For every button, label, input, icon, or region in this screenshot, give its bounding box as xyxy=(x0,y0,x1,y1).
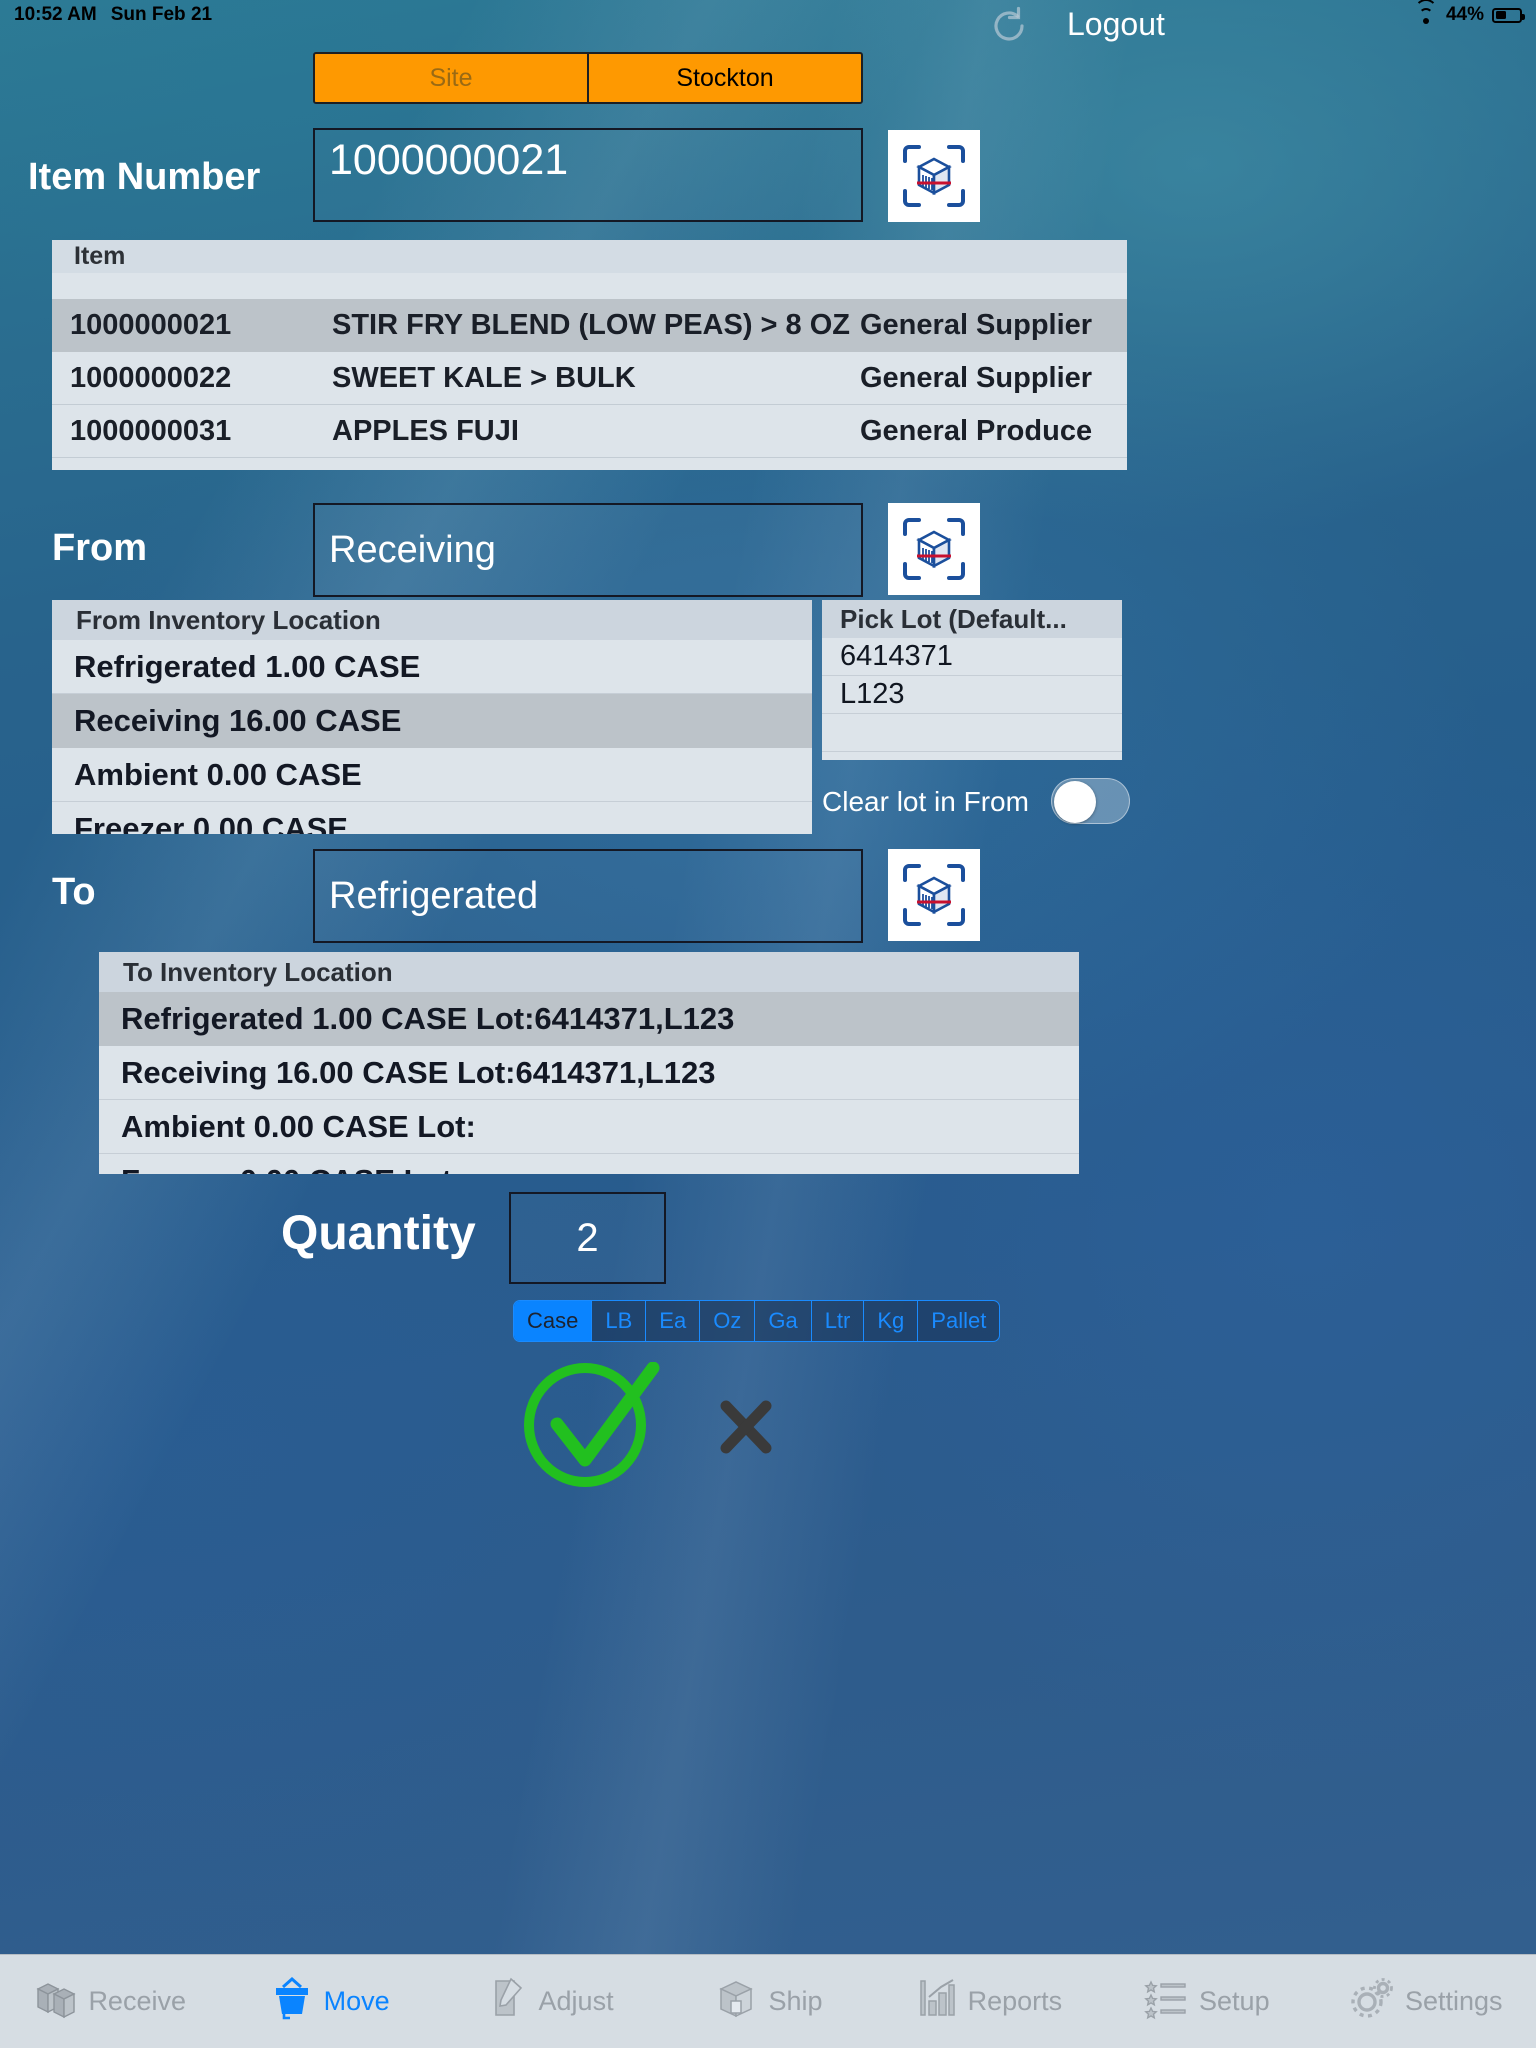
tab-label: Reports xyxy=(967,1986,1063,2016)
pick-lot-list[interactable]: Pick Lot (Default... 6414371 L123 xyxy=(822,600,1122,760)
boxes-icon xyxy=(33,1975,79,2028)
uom-option-oz[interactable]: Oz xyxy=(700,1301,756,1341)
uom-option-kg[interactable]: Kg xyxy=(864,1301,919,1341)
site-label[interactable]: Site xyxy=(315,54,587,102)
site-value[interactable]: Stockton xyxy=(589,54,861,102)
tab-setup[interactable]: Setup xyxy=(1097,1975,1316,2028)
clear-lot-label: Clear lot in From xyxy=(822,786,1029,817)
pick-lot-header: Pick Lot (Default... xyxy=(822,600,1122,638)
list-item[interactable]: 6414371 xyxy=(822,638,1122,676)
tab-move[interactable]: Move xyxy=(219,1975,438,2028)
tab-label: Move xyxy=(323,1986,390,2016)
item-id-cell: 012345678912 xyxy=(70,273,332,280)
tab-label: Ship xyxy=(768,1986,823,2016)
uom-option-case[interactable]: Case xyxy=(514,1301,593,1341)
to-location-input[interactable]: Refrigerated xyxy=(313,849,863,943)
tab-label: Settings xyxy=(1404,1986,1503,2016)
from-inventory-location-list[interactable]: From Inventory Location Refrigerated 1.0… xyxy=(52,600,812,834)
list-item[interactable]: Ambient 0.00 CASE Lot: xyxy=(99,1100,1079,1154)
barcode-scan-icon[interactable] xyxy=(888,849,980,941)
battery-percent: 44% xyxy=(1445,4,1484,25)
item-table-header: Item xyxy=(52,240,1127,273)
to-inventory-location-list[interactable]: To Inventory Location Refrigerated 1.00 … xyxy=(99,952,1079,1174)
item-id-cell: 1000000022 xyxy=(70,361,232,394)
list-item[interactable]: Receiving 16.00 CASE xyxy=(52,694,812,748)
clear-lot-toggle[interactable] xyxy=(1051,778,1130,824)
green-checkmark-icon[interactable] xyxy=(517,1361,661,1489)
status-bar: 10:52 AM Sun Feb 21 44% xyxy=(0,0,1536,30)
tab-label: Adjust xyxy=(538,1986,614,2016)
tab-adjust[interactable]: Adjust xyxy=(439,1975,658,2028)
status-time: 10:52 AM xyxy=(14,4,97,25)
star-list-icon xyxy=(1144,1975,1190,2028)
status-date: Sun Feb 21 xyxy=(110,4,213,25)
item-supplier-cell: General Supplier xyxy=(860,309,1093,341)
list-item[interactable]: Refrigerated 1.00 CASE Lot:6414371,L123 xyxy=(99,992,1079,1046)
item-supplier-cell: General Produce xyxy=(860,414,1093,447)
item-desc-cell: Test Item xyxy=(332,273,860,280)
pencil-note-icon xyxy=(484,1975,530,2028)
list-item[interactable]: Receiving 16.00 CASE Lot:6414371,L123 xyxy=(99,1046,1079,1100)
item-desc-cell: STIR FRY BLEND (LOW PEAS) > 8 OZ xyxy=(332,309,851,341)
barcode-scan-icon[interactable] xyxy=(888,130,980,222)
tab-settings[interactable]: Settings xyxy=(1317,1975,1536,2028)
list-item[interactable] xyxy=(822,752,1122,760)
list-item[interactable] xyxy=(822,714,1122,752)
item-desc-cell: SWEET KALE > BULK xyxy=(332,361,636,394)
tab-reports[interactable]: Reports xyxy=(878,1975,1097,2028)
to-list-header: To Inventory Location xyxy=(99,952,1079,992)
tab-label: Receive xyxy=(88,1986,186,2016)
tab-receive[interactable]: Receive xyxy=(0,1975,219,2028)
battery-icon xyxy=(1492,7,1525,23)
uom-option-ltr[interactable]: Ltr xyxy=(812,1301,865,1341)
table-row[interactable]: 1000000021 STIR FRY BLEND (LOW PEAS) > 8… xyxy=(52,299,1127,352)
tab-label: Setup xyxy=(1199,1986,1270,2016)
uom-option-lb[interactable]: LB xyxy=(592,1301,647,1341)
to-label: To xyxy=(52,871,96,913)
quantity-input[interactable]: 2 xyxy=(509,1192,666,1284)
item-id-cell: 1000000021 xyxy=(70,309,232,341)
table-row[interactable]: 1000000022 SWEET KALE > BULK General Sup… xyxy=(52,352,1127,405)
list-item[interactable]: L123 xyxy=(822,676,1122,714)
box-truck-icon xyxy=(713,1975,759,2028)
bottom-tab-bar[interactable]: Receive Move Adjust Ship Reports Setup S… xyxy=(0,1954,1536,2048)
table-row[interactable]: 1000000031 APPLES FUJI General Produce xyxy=(52,405,1127,458)
from-list-header: From Inventory Location xyxy=(52,600,812,640)
item-desc-cell: APPLES FUJI xyxy=(332,414,519,447)
header-bar: Site Stockton xyxy=(0,52,1536,104)
uom-option-ga[interactable]: Ga xyxy=(755,1301,812,1341)
wifi-icon xyxy=(1414,0,1438,24)
uom-option-ea[interactable]: Ea xyxy=(646,1301,701,1341)
x-close-icon[interactable] xyxy=(716,1398,776,1456)
table-row[interactable]: 012345678912 Test Item Vince's Shellfish xyxy=(52,273,1127,299)
list-item[interactable]: Ambient 0.00 CASE xyxy=(52,748,812,802)
list-item[interactable]: Freezer 0.00 CASE Lot: xyxy=(99,1154,1079,1175)
from-location-input[interactable]: Receiving xyxy=(313,503,863,597)
gears-icon xyxy=(1350,1975,1396,2028)
uom-selector[interactable]: Case LB Ea Oz Ga Ltr Kg Pallet xyxy=(513,1300,1001,1342)
item-number-label: Item Number xyxy=(28,156,261,198)
quantity-label: Quantity xyxy=(281,1207,476,1260)
from-label: From xyxy=(52,527,147,569)
uom-option-pallet[interactable]: Pallet xyxy=(918,1301,999,1341)
basket-icon xyxy=(269,1975,315,2028)
item-results-table[interactable]: Item 012345678912 Test Item Vince's Shel… xyxy=(52,240,1127,470)
item-supplier-cell: Vince's Shellfish xyxy=(860,273,1127,280)
list-item[interactable]: Freezer 0.00 CASE xyxy=(52,802,812,835)
site-selector[interactable]: Site Stockton xyxy=(313,52,863,104)
bar-chart-icon xyxy=(913,1975,959,2028)
list-item[interactable]: Refrigerated 1.00 CASE xyxy=(52,640,812,694)
toggle-knob xyxy=(1054,781,1096,823)
item-supplier-cell: General Supplier xyxy=(860,361,1093,394)
tab-ship[interactable]: Ship xyxy=(658,1975,877,2028)
barcode-scan-icon[interactable] xyxy=(888,503,980,595)
item-id-cell: 1000000031 xyxy=(70,414,232,447)
item-number-input[interactable]: 1000000021 xyxy=(313,128,863,222)
